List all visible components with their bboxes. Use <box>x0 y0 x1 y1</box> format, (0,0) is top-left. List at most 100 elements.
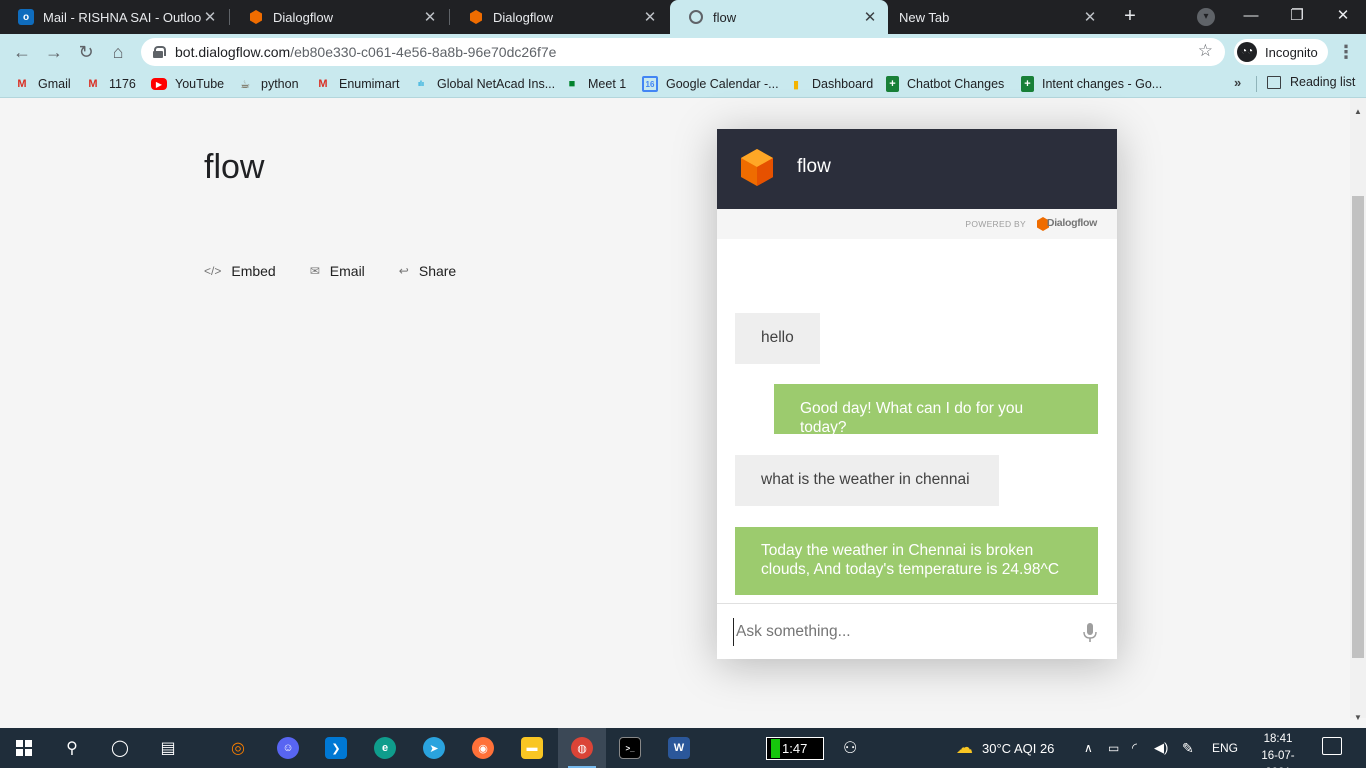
back-arrow-icon[interactable]: ← <box>10 40 34 64</box>
bookmark-star-icon[interactable]: ☆ <box>1198 41 1213 61</box>
tab-title: Dialogflow <box>493 9 553 25</box>
bookmark-label: Meet 1 <box>588 77 627 91</box>
battery-icon[interactable]: ▭ <box>1108 728 1119 768</box>
tab-new-tab[interactable]: New Tab ✕ <box>890 0 1108 34</box>
bookmark-dashboard[interactable]: ▮ Dashboard <box>788 75 873 93</box>
edge-icon[interactable]: e <box>361 728 409 768</box>
address-bar[interactable]: bot.dialogflow.com/eb80e330-c061-4e56-8a… <box>141 38 1225 66</box>
tab-search-icon[interactable]: ▾ <box>1197 8 1215 26</box>
scroll-up-icon[interactable]: ▲ <box>1350 105 1366 119</box>
window-close-button[interactable]: ✕ <box>1320 0 1366 34</box>
bookmark-netacad[interactable]: ılı Global NetAcad Ins... <box>413 75 555 93</box>
tab-dialogflow-1[interactable]: Dialogflow ✕ <box>230 0 448 34</box>
youtube-icon: ▶ <box>151 78 167 90</box>
chat-header: flow <box>717 129 1117 209</box>
minimize-button[interactable]: — <box>1228 0 1274 34</box>
python-icon: ☕ <box>240 78 250 91</box>
bookmarks-divider <box>1256 76 1257 92</box>
battery-text: 1:47 <box>782 741 808 756</box>
powered-by-label: POWERED BY <box>965 219 1026 229</box>
bookmark-calendar[interactable]: 16 Google Calendar -... <box>642 75 779 93</box>
close-icon[interactable]: ✕ <box>202 8 218 26</box>
tab-title: Dialogflow <box>273 9 333 25</box>
home-icon[interactable]: ⌂ <box>106 40 130 64</box>
bookmark-label: Intent changes - Go... <box>1042 77 1163 91</box>
gmail-icon: M <box>17 78 27 90</box>
notifications-icon[interactable] <box>1322 737 1342 755</box>
file-explorer-icon[interactable]: ▬ <box>508 728 556 768</box>
browser-menu-icon[interactable]: ⋮ <box>1336 40 1356 64</box>
scroll-down-icon[interactable]: ▼ <box>1350 711 1366 725</box>
tab-dialogflow-2[interactable]: Dialogflow ✕ <box>450 0 668 34</box>
telegram-icon[interactable]: ➤ <box>410 728 458 768</box>
bookmark-enumimart[interactable]: M Enumimart <box>315 75 399 93</box>
volume-icon[interactable]: ◀) <box>1154 728 1168 768</box>
email-label: Email <box>329 263 365 279</box>
system-clock[interactable]: 18:41 16-07-2021 <box>1250 731 1306 768</box>
forward-arrow-icon[interactable]: → <box>42 40 66 64</box>
microphone-icon[interactable] <box>1083 623 1097 643</box>
page-title: flow <box>204 148 265 186</box>
terminal-icon[interactable]: >_ <box>606 728 654 768</box>
bookmark-intent-changes[interactable]: + Intent changes - Go... <box>1021 75 1162 93</box>
weather-widget[interactable]: ☁ 30°C AQI 26 <box>956 728 1054 768</box>
tab-title: Mail - RISHNA SAI - Outlook <box>43 9 202 25</box>
language-indicator[interactable]: ENG <box>1212 728 1238 768</box>
vscode-icon[interactable]: ❯ <box>312 728 360 768</box>
dialogflow-icon <box>248 9 264 25</box>
url-host: bot.dialogflow.com <box>175 44 291 60</box>
battery-widget[interactable]: 1:47 <box>766 737 824 760</box>
email-button[interactable]: ✉ Email <box>310 263 365 279</box>
embed-button[interactable]: </> Embed <box>204 263 276 279</box>
incognito-badge[interactable]: ◔◔ Incognito <box>1234 39 1328 65</box>
close-icon[interactable]: ✕ <box>422 8 438 26</box>
user-message: what is the weather in chennai <box>735 455 999 506</box>
bookmark-label: YouTube <box>175 77 225 91</box>
page-content: flow </> Embed ✉ Email ↩ Share <box>0 98 1350 718</box>
task-view-icon[interactable]: ▤ <box>144 728 192 768</box>
wifi-icon[interactable]: ◜ <box>1132 728 1137 768</box>
discord-icon[interactable]: ☺ <box>264 728 312 768</box>
bookmark-python[interactable]: ☕ python <box>237 75 298 93</box>
bookmark-gmail[interactable]: M Gmail <box>14 75 70 93</box>
share-button[interactable]: ↩ Share <box>399 263 456 279</box>
bookmark-youtube[interactable]: ▶ YouTube <box>151 75 224 93</box>
reading-list-icon <box>1267 75 1281 89</box>
tab-strip: o Mail - RISHNA SAI - Outlook ✕ Dialogfl… <box>0 0 1366 34</box>
gmail-icon: M <box>88 78 98 90</box>
chrome-icon[interactable]: ◍ <box>558 728 606 768</box>
tray-overflow-icon[interactable]: ∧ <box>1084 728 1093 768</box>
new-tab-button[interactable]: + <box>1118 5 1142 29</box>
windows-start-icon[interactable] <box>0 728 48 768</box>
reading-list-label: Reading list <box>1290 75 1356 89</box>
firefox-icon[interactable]: ◉ <box>459 728 507 768</box>
search-icon[interactable]: ⚲ <box>48 728 96 768</box>
cortana-icon[interactable]: ◯ <box>96 728 144 768</box>
embed-label: Embed <box>231 263 276 279</box>
close-icon[interactable]: ✕ <box>862 8 878 26</box>
chat-input[interactable] <box>733 618 1073 646</box>
bookmark-meet[interactable]: ■ Meet 1 <box>564 75 627 93</box>
bot-message: Today the weather in Chennai is broken c… <box>735 527 1098 595</box>
people-icon[interactable]: ⚇ <box>843 728 857 768</box>
reload-icon[interactable]: ↻ <box>74 40 98 64</box>
close-icon[interactable]: ✕ <box>1082 8 1098 26</box>
close-icon[interactable]: ✕ <box>642 8 658 26</box>
tab-outlook[interactable]: o Mail - RISHNA SAI - Outlook ✕ <box>0 0 228 34</box>
bookmarks-overflow-icon[interactable]: » <box>1234 75 1241 90</box>
restore-button[interactable]: ❐ <box>1274 0 1320 34</box>
reading-list-button[interactable]: Reading list <box>1267 75 1355 89</box>
pen-icon[interactable]: ✎ <box>1182 728 1194 768</box>
bookmark-label: Google Calendar -... <box>666 77 779 91</box>
meet-icon: ■ <box>568 78 576 90</box>
dashboard-icon: ▮ <box>792 78 800 91</box>
bookmark-label: Dashboard <box>812 77 874 91</box>
scrollbar-thumb[interactable] <box>1352 196 1364 658</box>
word-icon[interactable]: W <box>655 728 703 768</box>
bookmark-chatbot-changes[interactable]: + Chatbot Changes <box>886 75 1004 93</box>
tab-flow[interactable]: flow ✕ <box>670 0 888 34</box>
bookmark-label: Chatbot Changes <box>907 77 1005 91</box>
bookmark-1176[interactable]: M 1176 <box>85 75 135 93</box>
incognito-label: Incognito <box>1265 44 1318 60</box>
eclipse-icon[interactable]: ◎ <box>214 728 262 768</box>
